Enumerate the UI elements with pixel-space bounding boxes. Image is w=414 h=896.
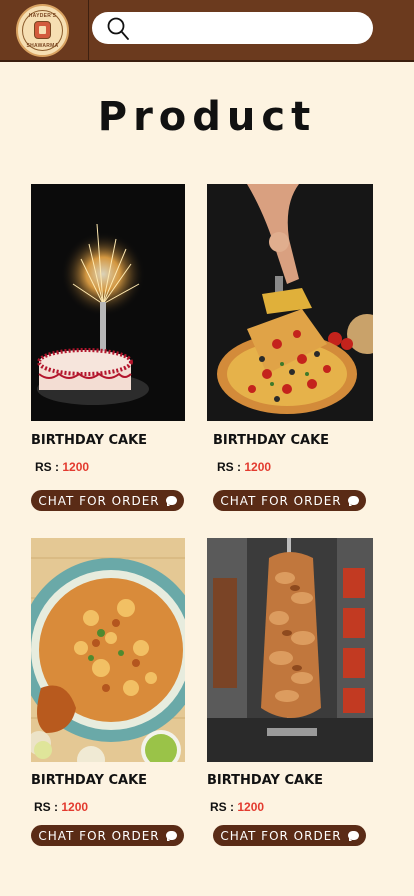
product-price: RS : 1200: [210, 800, 264, 814]
price-value: 1200: [61, 800, 89, 814]
chat-button-label: CHAT FOR ORDER: [220, 828, 342, 843]
chat-bubble-icon: [347, 831, 359, 841]
chat-button-label: CHAT FOR ORDER: [38, 828, 160, 843]
product-image-biryani[interactable]: [31, 538, 185, 762]
chat-button-label: CHAT FOR ORDER: [38, 493, 160, 508]
price-label: RS :: [35, 460, 59, 474]
product-title: BIRTHDAY CAKE: [207, 773, 324, 788]
page-title: Product: [97, 94, 317, 140]
header-divider: [88, 0, 89, 60]
chat-bubble-icon: [347, 496, 359, 506]
price-label: RS :: [34, 800, 58, 814]
chat-button-label: CHAT FOR ORDER: [220, 493, 342, 508]
price-label: RS :: [217, 460, 241, 474]
top-bar: HAYDER'S SHAWARMA: [0, 0, 414, 60]
chat-for-order-button[interactable]: CHAT FOR ORDER: [213, 825, 366, 846]
product-price: RS : 1200: [34, 800, 88, 814]
price-value: 1200: [237, 800, 265, 814]
product-image-pizza[interactable]: [207, 184, 373, 421]
chat-for-order-button[interactable]: CHAT FOR ORDER: [31, 490, 184, 511]
product-image-shawarma[interactable]: [207, 538, 373, 762]
search-icon[interactable]: [106, 16, 130, 42]
logo-text-bottom: SHAWARMA: [26, 43, 59, 49]
chat-for-order-button[interactable]: CHAT FOR ORDER: [31, 825, 184, 846]
price-value: 1200: [244, 460, 272, 474]
product-price: RS : 1200: [217, 460, 271, 474]
chat-bubble-icon: [165, 831, 177, 841]
header-bottom-border: [0, 60, 414, 62]
product-title: BIRTHDAY CAKE: [31, 433, 148, 448]
price-label: RS :: [210, 800, 234, 814]
product-image-cake[interactable]: [31, 184, 185, 421]
product-title: BIRTHDAY CAKE: [213, 433, 330, 448]
search-input[interactable]: [136, 16, 361, 40]
search-bar[interactable]: [92, 12, 373, 44]
brand-logo[interactable]: HAYDER'S SHAWARMA: [16, 4, 69, 57]
logo-emblem-icon: [34, 21, 51, 39]
chat-for-order-button[interactable]: CHAT FOR ORDER: [213, 490, 366, 511]
logo-text-top: HAYDER'S: [28, 13, 57, 19]
chat-bubble-icon: [165, 496, 177, 506]
product-title: BIRTHDAY CAKE: [31, 773, 148, 788]
price-value: 1200: [62, 460, 90, 474]
product-price: RS : 1200: [35, 460, 89, 474]
